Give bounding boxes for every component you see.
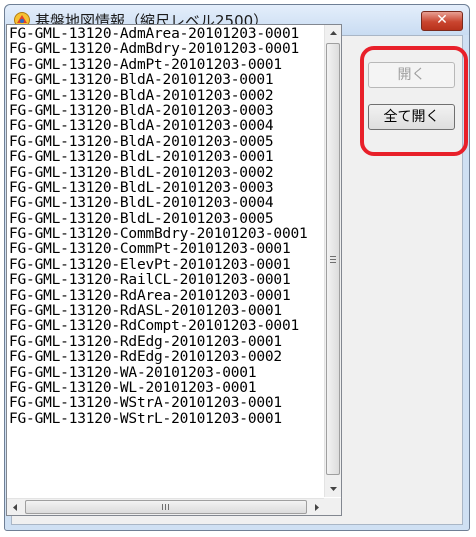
list-item[interactable]: FG-GML-13120-RailCL-20101203-0001 bbox=[9, 272, 327, 288]
highlight-annotation bbox=[360, 46, 468, 156]
list-item[interactable]: FG-GML-13120-AdmPt-20101203-0001 bbox=[9, 57, 327, 73]
list-item[interactable]: FG-GML-13120-BldL-20101203-0005 bbox=[9, 211, 327, 227]
list-item[interactable]: FG-GML-13120-RdEdg-20101203-0002 bbox=[9, 349, 327, 365]
list-item[interactable]: FG-GML-13120-BldA-20101203-0002 bbox=[9, 88, 327, 104]
scroll-right-icon[interactable] bbox=[308, 499, 325, 516]
list-item[interactable]: FG-GML-13120-BldA-20101203-0003 bbox=[9, 103, 327, 119]
scroll-up-icon[interactable] bbox=[325, 25, 342, 42]
list-item[interactable]: FG-GML-13120-CommBdry-20101203-0001 bbox=[9, 226, 327, 242]
scroll-left-icon[interactable] bbox=[7, 499, 24, 516]
horizontal-scrollbar[interactable] bbox=[7, 498, 325, 515]
list-item[interactable]: FG-GML-13120-ElevPt-20101203-0001 bbox=[9, 257, 327, 273]
list-item[interactable]: FG-GML-13120-BldA-20101203-0005 bbox=[9, 134, 327, 150]
list-item[interactable]: FG-GML-13120-BldL-20101203-0002 bbox=[9, 165, 327, 181]
list-item[interactable]: FG-GML-13120-WL-20101203-0001 bbox=[9, 380, 327, 396]
vertical-scroll-thumb[interactable] bbox=[326, 43, 340, 475]
list-item[interactable]: FG-GML-13120-BldL-20101203-0001 bbox=[9, 149, 327, 165]
close-button[interactable]: ✕ bbox=[421, 11, 463, 31]
vertical-scrollbar[interactable] bbox=[324, 25, 341, 497]
list-item[interactable]: FG-GML-13120-BldL-20101203-0004 bbox=[9, 195, 327, 211]
list-item[interactable]: FG-GML-13120-AdmArea-20101203-0001 bbox=[9, 27, 327, 42]
list-item[interactable]: FG-GML-13120-WStrL-20101203-0001 bbox=[9, 411, 327, 427]
scroll-down-icon[interactable] bbox=[325, 480, 342, 497]
list-item[interactable]: FG-GML-13120-RdCompt-20101203-0001 bbox=[9, 319, 327, 335]
list-item[interactable]: FG-GML-13120-RdArea-20101203-0001 bbox=[9, 288, 327, 304]
list-item[interactable]: FG-GML-13120-CommPt-20101203-0001 bbox=[9, 242, 327, 258]
list-item[interactable]: FG-GML-13120-BldL-20101203-0003 bbox=[9, 180, 327, 196]
horizontal-scroll-thumb[interactable] bbox=[25, 500, 307, 514]
list-item[interactable]: FG-GML-13120-RdEdg-20101203-0001 bbox=[9, 334, 327, 350]
list-item[interactable]: FG-GML-13120-WA-20101203-0001 bbox=[9, 365, 327, 381]
scroll-corner bbox=[324, 498, 341, 515]
list-item[interactable]: FG-GML-13120-BldA-20101203-0001 bbox=[9, 72, 327, 88]
list-item[interactable]: FG-GML-13120-RdASL-20101203-0001 bbox=[9, 303, 327, 319]
list-item[interactable]: FG-GML-13120-WStrA-20101203-0001 bbox=[9, 395, 327, 411]
file-listbox[interactable]: FG-GML-13120-AdmArea-20101203-0001 FG-GML… bbox=[6, 24, 342, 516]
file-list[interactable]: FG-GML-13120-AdmArea-20101203-0001 FG-GML… bbox=[9, 27, 327, 499]
list-item[interactable]: FG-GML-13120-BldA-20101203-0004 bbox=[9, 118, 327, 134]
list-item[interactable]: FG-GML-13120-AdmBdry-20101203-0001 bbox=[9, 41, 327, 57]
